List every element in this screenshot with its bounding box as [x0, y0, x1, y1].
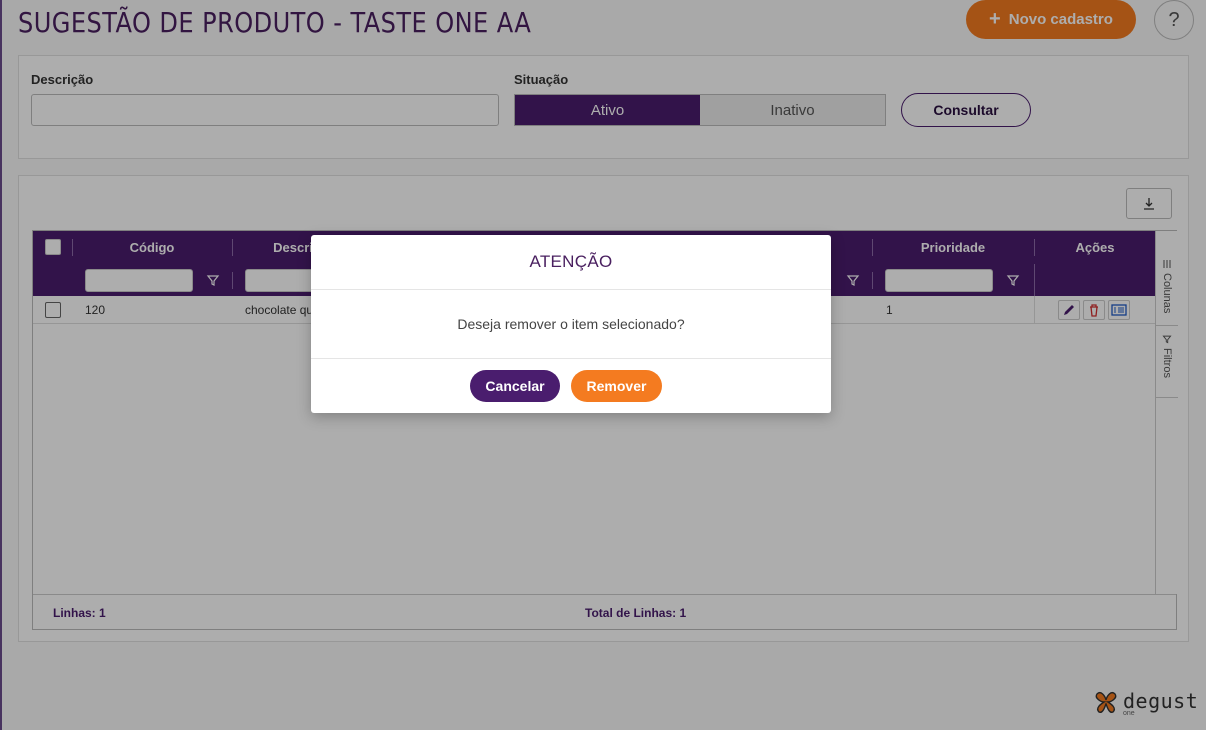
dialog-title: ATENÇÃO: [311, 235, 831, 290]
dialog-message: Deseja remover o item selecionado?: [311, 290, 831, 359]
confirm-dialog: ATENÇÃO Deseja remover o item selecionad…: [311, 235, 831, 413]
cancel-button[interactable]: Cancelar: [470, 370, 560, 402]
remove-button[interactable]: Remover: [571, 370, 662, 402]
